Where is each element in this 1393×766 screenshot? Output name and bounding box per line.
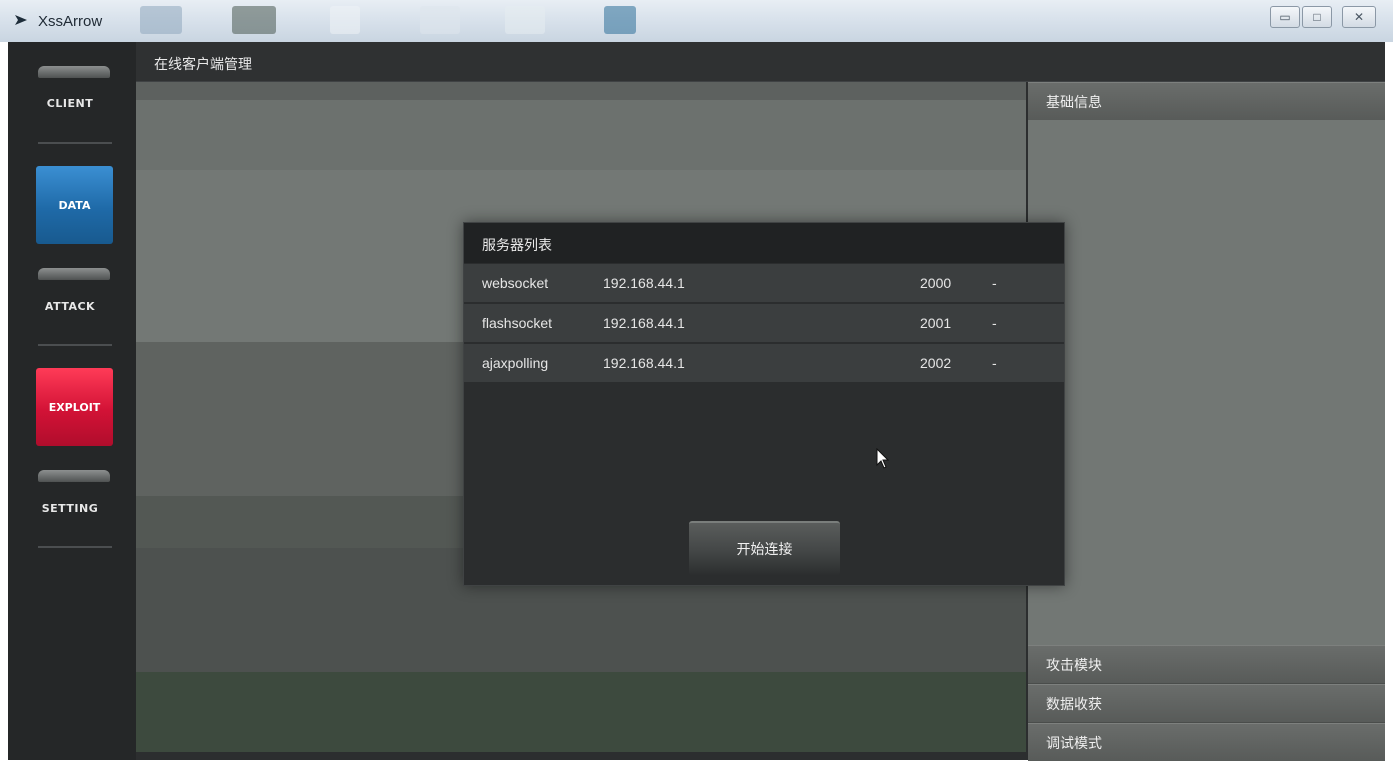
table-row[interactable]: flashsocket 192.168.44.1 2001 - — [464, 304, 1064, 343]
taskbar-ghost — [604, 6, 636, 34]
arrow-logo-icon — [15, 15, 27, 25]
taskbar-ghost — [232, 6, 276, 34]
maximize-button[interactable]: □ — [1302, 6, 1332, 28]
section-data-harvest[interactable]: 数据收获 — [1028, 684, 1385, 722]
sidebar-item-setting[interactable]: SETTING — [28, 502, 112, 515]
server-port: 2002 — [920, 355, 952, 371]
nav-grip — [38, 268, 110, 280]
window-title: XssArrow — [38, 13, 103, 30]
sidebar-item-data[interactable]: DATA — [36, 166, 113, 244]
table-row[interactable]: websocket 192.168.44.1 2000 - — [464, 264, 1064, 303]
server-ip: 192.168.44.1 — [603, 275, 685, 291]
taskbar-ghost — [140, 6, 182, 34]
sidebar-item-client[interactable]: CLIENT — [28, 97, 112, 110]
basic-info-body — [1028, 120, 1385, 645]
window-frame: XssArrow ▭ □ ✕ CLIENT DATA ATTACK EXPLOI… — [0, 0, 1393, 766]
server-list-dialog: 服务器列表 websocket 192.168.44.1 2000 - flas… — [463, 222, 1065, 586]
minimize-button[interactable]: ▭ — [1270, 6, 1300, 28]
sidebar-item-attack[interactable]: ATTACK — [28, 300, 112, 313]
nav-grip — [38, 470, 110, 482]
server-extra: - — [992, 315, 997, 331]
dialog-header: 服务器列表 — [464, 223, 1064, 263]
section-debug-mode[interactable]: 调试模式 — [1028, 723, 1385, 761]
nav-divider — [38, 142, 112, 144]
mouse-cursor-icon — [876, 448, 890, 469]
table-row[interactable]: ajaxpolling 192.168.44.1 2002 - — [464, 344, 1064, 383]
server-extra: - — [992, 275, 997, 291]
taskbar-ghost — [505, 6, 545, 34]
server-port: 2000 — [920, 275, 952, 291]
close-button[interactable]: ✕ — [1342, 6, 1376, 28]
server-protocol: websocket — [482, 275, 549, 291]
server-extra: - — [992, 355, 997, 371]
server-ip: 192.168.44.1 — [603, 355, 685, 371]
taskbar-ghost — [330, 6, 360, 34]
content-band — [136, 100, 1026, 170]
section-attack-module[interactable]: 攻击模块 — [1028, 645, 1385, 683]
server-protocol: flashsocket — [482, 315, 553, 331]
section-basic-info[interactable]: 基础信息 — [1028, 82, 1385, 120]
section-label: 攻击模块 — [1046, 657, 1102, 673]
section-label: 数据收获 — [1046, 696, 1102, 712]
nav-divider — [38, 546, 112, 548]
server-protocol: ajaxpolling — [482, 355, 549, 371]
page-header: 在线客户端管理 — [136, 42, 1385, 82]
sidebar-item-label: DATA — [58, 198, 91, 212]
start-connect-button[interactable]: 开始连接 — [689, 521, 840, 575]
nav-grip — [38, 66, 110, 78]
sidebar-item-label: EXPLOIT — [48, 400, 101, 414]
content-band — [136, 82, 1026, 100]
nav-divider — [38, 344, 112, 346]
content-band — [136, 672, 1026, 752]
section-label: 基础信息 — [1046, 94, 1102, 110]
title-bar[interactable]: XssArrow ▭ □ ✕ — [0, 0, 1393, 42]
section-label: 调试模式 — [1046, 735, 1102, 751]
page-title: 在线客户端管理 — [154, 56, 252, 72]
dialog-title: 服务器列表 — [482, 237, 552, 253]
server-ip: 192.168.44.1 — [603, 315, 685, 331]
right-panel: 基础信息 攻击模块 数据收获 调试模式 — [1028, 82, 1385, 761]
server-port: 2001 — [920, 315, 952, 331]
taskbar-ghost — [420, 6, 460, 34]
sidebar-item-exploit[interactable]: EXPLOIT — [36, 368, 113, 446]
